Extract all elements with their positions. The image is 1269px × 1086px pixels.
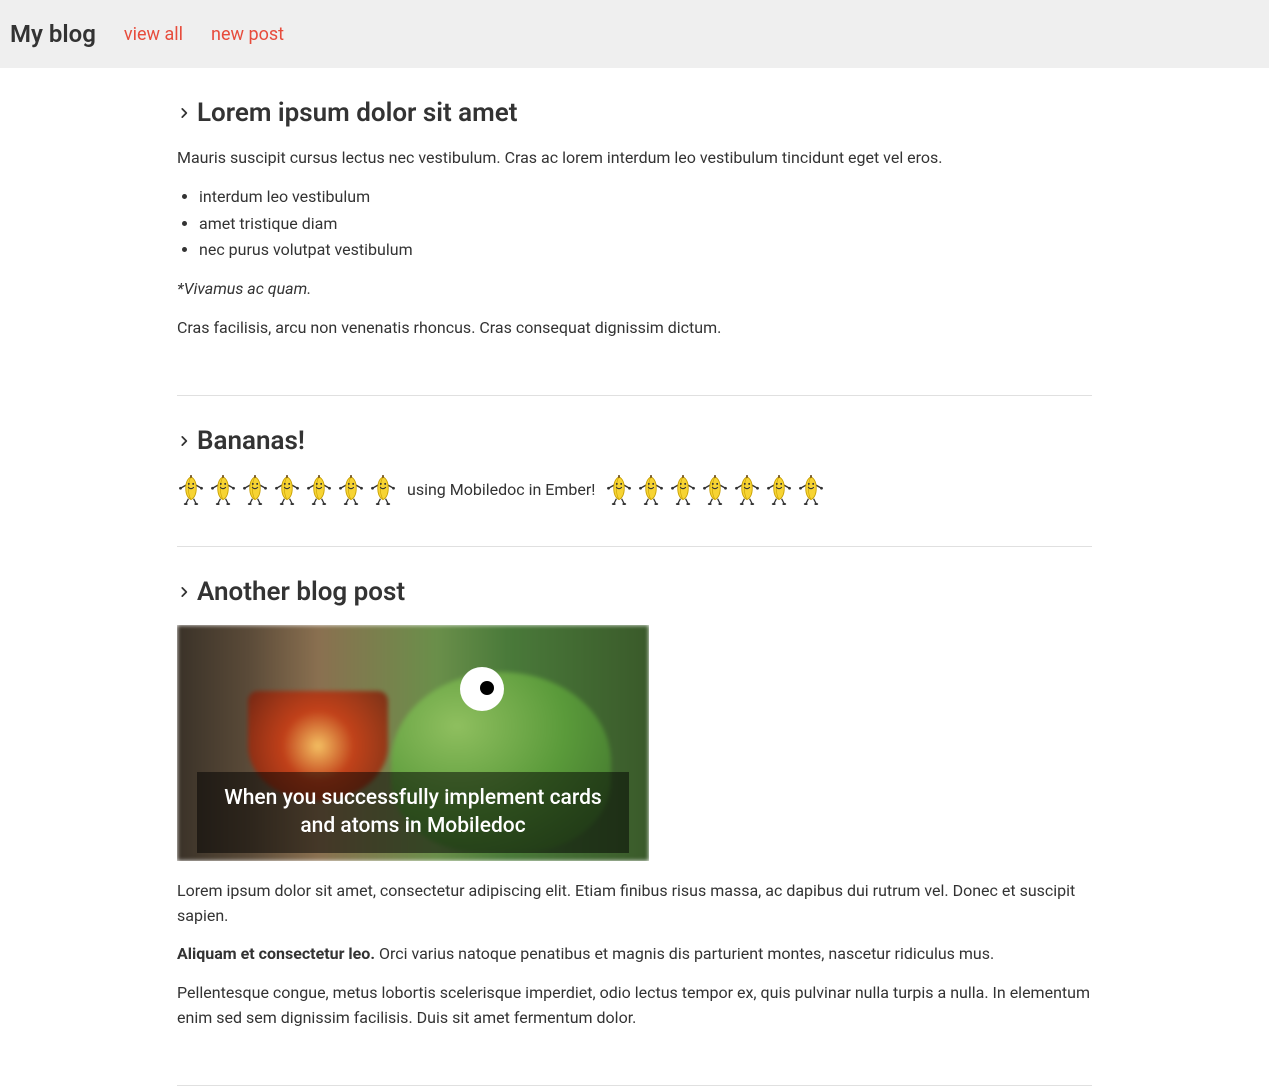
- dancing-banana-icon: [637, 474, 665, 506]
- post-title: Another blog post: [197, 577, 405, 607]
- dancing-banana-icon: [305, 474, 333, 506]
- post-paragraph: Cras facilisis, arcu non venenatis rhonc…: [177, 316, 1092, 341]
- dancing-banana-icon: [701, 474, 729, 506]
- dancing-banana-icon: [669, 474, 697, 506]
- post: Another blog post When you successfully …: [177, 547, 1092, 1086]
- post-body: Mauris suscipit cursus lectus nec vestib…: [177, 146, 1092, 341]
- list-item: amet tristique diam: [199, 212, 1092, 237]
- dancing-banana-icon: [337, 474, 365, 506]
- dancing-banana-icon: [241, 474, 269, 506]
- dancing-banana-icon: [273, 474, 301, 506]
- post-body: using Mobiledoc in Ember!: [177, 474, 1092, 506]
- list-item: interdum leo vestibulum: [199, 185, 1092, 210]
- post-note: *Vivamus ac quam.: [177, 277, 1092, 302]
- post-title: Bananas!: [197, 426, 305, 456]
- post-body: When you successfully implement cards an…: [177, 625, 1092, 1031]
- post-title: Lorem ipsum dolor sit amet: [197, 98, 517, 128]
- dancing-banana-icon: [797, 474, 825, 506]
- chevron-right-icon: [177, 434, 191, 448]
- dancing-banana-icon: [209, 474, 237, 506]
- post: Bananas! using Mobiledoc in Ember!: [177, 396, 1092, 547]
- meme-image: When you successfully implement cards an…: [177, 625, 649, 861]
- bold-text: Aliquam et consectetur leo.: [177, 944, 375, 963]
- post-paragraph: Aliquam et consectetur leo. Orci varius …: [177, 942, 1092, 967]
- dancing-banana-icon: [605, 474, 633, 506]
- post-list: Lorem ipsum dolor sit amet Mauris suscip…: [157, 68, 1112, 1086]
- post-text: Orci varius natoque penatibus et magnis …: [375, 944, 994, 963]
- dancing-banana-icon: [177, 474, 205, 506]
- post-title-link[interactable]: Another blog post: [177, 577, 1092, 607]
- dancing-banana-icon: [369, 474, 397, 506]
- nav-new-post[interactable]: new post: [211, 24, 284, 45]
- header-bar: My blog view all new post: [0, 0, 1269, 68]
- dancing-banana-icon: [733, 474, 761, 506]
- post-paragraph: Pellentesque congue, metus lobortis scel…: [177, 981, 1092, 1031]
- banana-text: using Mobiledoc in Ember!: [407, 478, 595, 502]
- chevron-right-icon: [177, 585, 191, 599]
- post-paragraph: Lorem ipsum dolor sit amet, consectetur …: [177, 879, 1092, 929]
- list-item: nec purus volutpat vestibulum: [199, 238, 1092, 263]
- post-title-link[interactable]: Bananas!: [177, 426, 1092, 456]
- image-caption: When you successfully implement cards an…: [197, 772, 629, 853]
- post: Lorem ipsum dolor sit amet Mauris suscip…: [177, 68, 1092, 396]
- nav-view-all[interactable]: view all: [124, 24, 183, 45]
- post-bullet-list: interdum leo vestibulum amet tristique d…: [199, 185, 1092, 263]
- post-title-link[interactable]: Lorem ipsum dolor sit amet: [177, 98, 1092, 128]
- post-paragraph: Mauris suscipit cursus lectus nec vestib…: [177, 146, 1092, 171]
- banana-row: using Mobiledoc in Ember!: [177, 474, 1092, 506]
- dancing-banana-icon: [765, 474, 793, 506]
- site-title: My blog: [10, 20, 96, 48]
- chevron-right-icon: [177, 106, 191, 120]
